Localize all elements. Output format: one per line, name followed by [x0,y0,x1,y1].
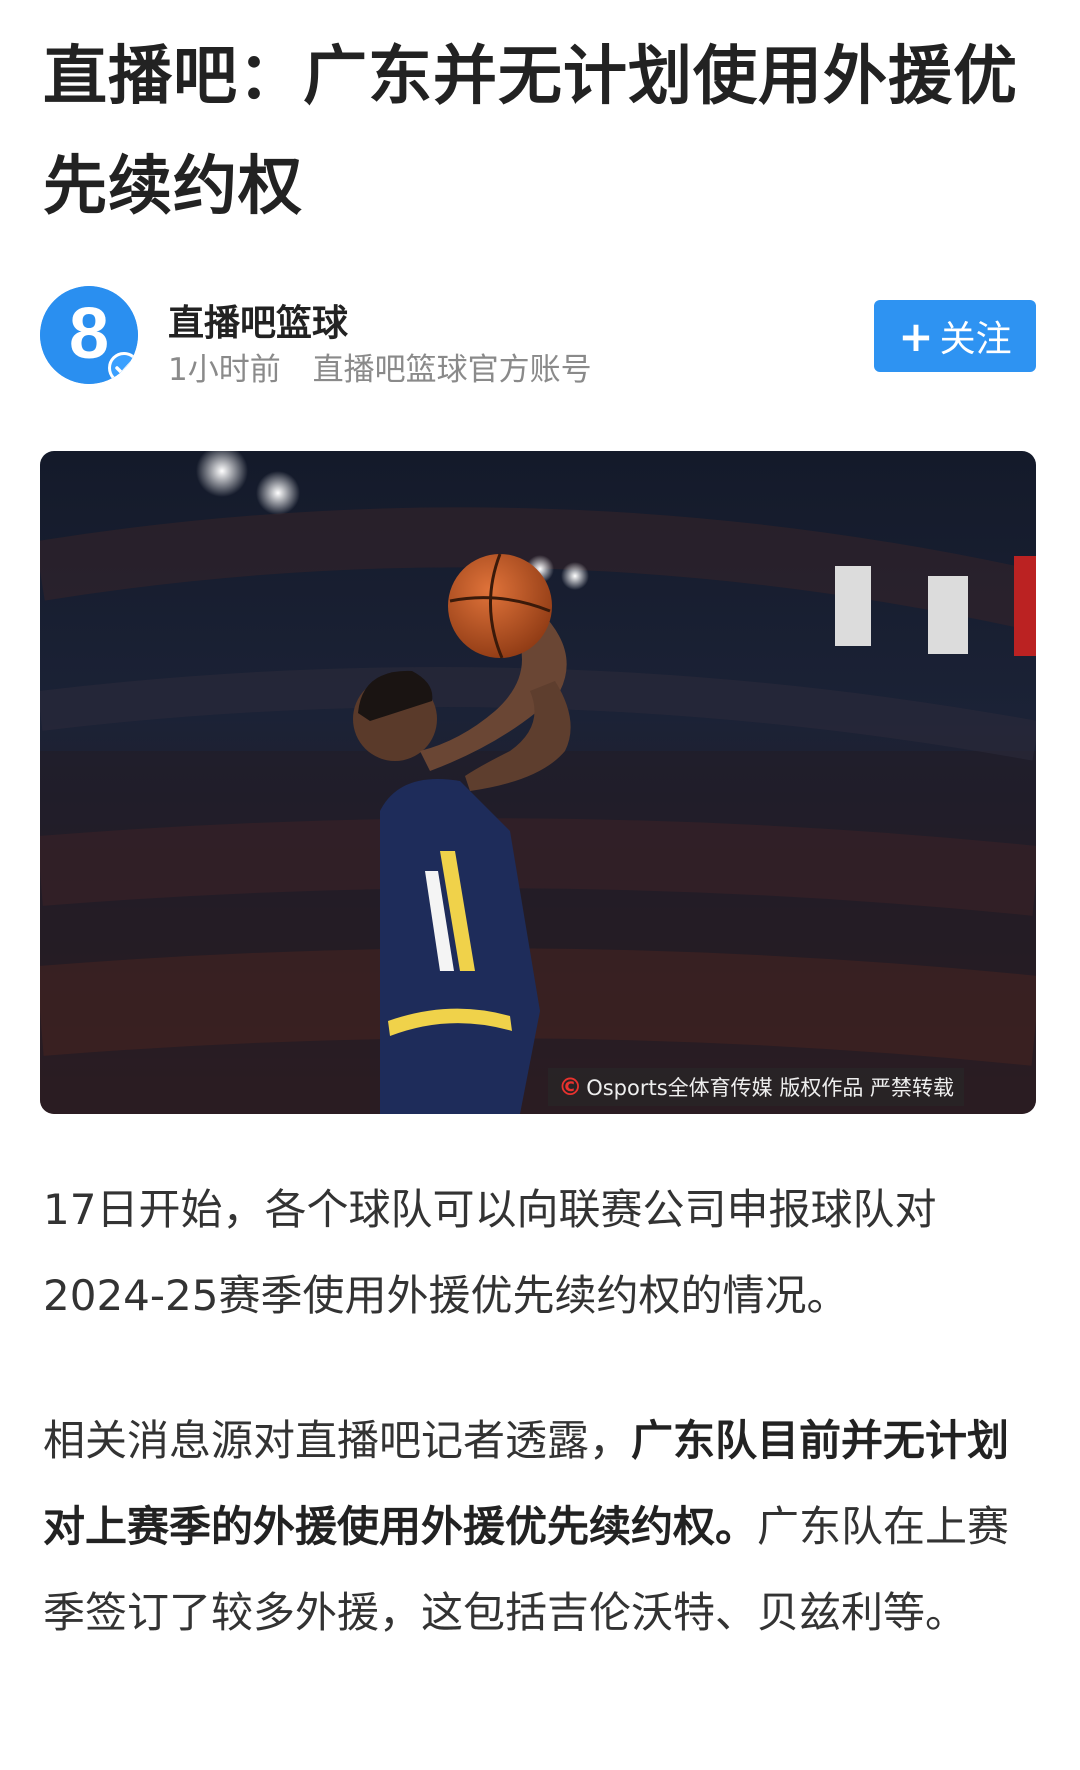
body-paragraph-2: 相关消息源对直播吧记者透露，广东队目前并无计划对上赛季的外援使用外援优先续约权。… [43,1398,1043,1656]
verified-check-icon [108,352,138,384]
account-description: 直播吧篮球官方账号 [312,352,592,388]
post-time: 1小时前 [168,352,281,388]
article-title: 直播吧：广东并无计划使用外援优先续约权 [43,40,1018,224]
paragraph-2-intro: 相关消息源对直播吧记者透露， [43,1416,632,1465]
svg-text:8: 8 [69,294,109,374]
body-paragraph-1: 17日开始，各个球队可以向联赛公司申报球队对2024-25赛季使用外援优先续约权… [43,1185,937,1320]
follow-button[interactable]: + 关注 [874,300,1036,372]
author-name[interactable]: 直播吧篮球 [168,294,348,346]
avatar[interactable]: 8 [40,286,138,384]
article-photo[interactable]: © Osports全体育传媒 版权作品 严禁转载 [40,451,1036,1114]
osports-logo-icon: © [558,1073,583,1101]
plus-icon: + [898,311,934,361]
watermark-text: Osports全体育传媒 版权作品 严禁转载 [586,1076,954,1100]
author-row: 8 直播吧篮球 1小时前 直播吧篮球官方账号 + 关注 [40,286,1040,389]
follow-label: 关注 [939,319,1012,360]
basketball-player-photo [40,451,1036,1114]
photo-watermark: © Osports全体育传媒 版权作品 严禁转载 [548,1068,964,1106]
author-meta: 1小时前 直播吧篮球官方账号 [168,344,614,389]
